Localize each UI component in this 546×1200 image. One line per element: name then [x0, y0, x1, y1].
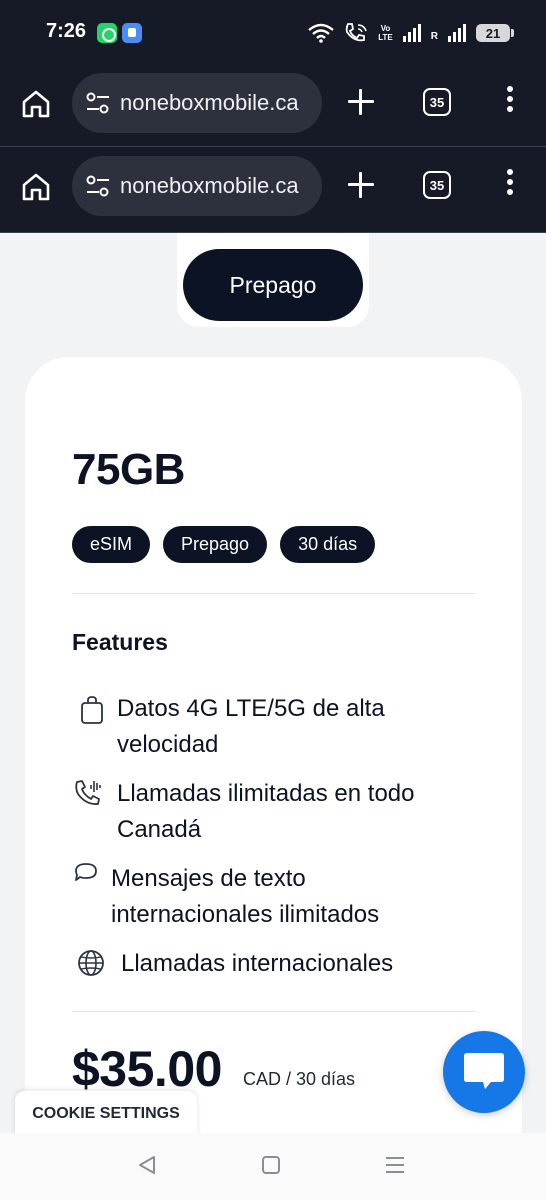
- plan-badges: eSIM Prepago 30 días: [72, 526, 376, 563]
- address-bar[interactable]: noneboxmobile.ca: [72, 73, 322, 133]
- more-menu-button[interactable]: [505, 86, 515, 118]
- status-bar: 7:26 Vo LTE R 21: [0, 0, 546, 64]
- recents-nav-icon[interactable]: [386, 1157, 404, 1178]
- new-tab-button[interactable]: [345, 86, 377, 118]
- whatsapp-icon: [97, 23, 117, 43]
- chat-bubble-icon: [75, 863, 97, 881]
- phone-call-icon: [75, 780, 101, 805]
- volte-top: Vo: [380, 24, 391, 33]
- divider: [72, 1011, 475, 1012]
- plan-price: $35.00: [72, 1041, 222, 1097]
- browser-toolbar-2: noneboxmobile.ca 35: [0, 147, 546, 233]
- chat-icon: [464, 1053, 504, 1089]
- wifi-call-icon: [344, 22, 368, 44]
- chat-button[interactable]: [443, 1031, 525, 1113]
- home-button[interactable]: [20, 88, 52, 120]
- tab-prepago[interactable]: Prepago: [183, 249, 363, 321]
- cookie-settings-button[interactable]: COOKIE SETTINGS: [15, 1091, 197, 1137]
- volte-bottom: LTE: [378, 33, 393, 42]
- home-button-2[interactable]: [20, 171, 52, 203]
- new-tab-button-2[interactable]: [345, 169, 377, 201]
- plan-type-tabs: Prepago: [177, 233, 369, 327]
- feature-text: Mensajes de texto internacionales ilimit…: [111, 865, 380, 928]
- badge-duration: 30 días: [280, 526, 376, 563]
- url-text: noneboxmobile.ca: [120, 90, 299, 115]
- url-text-2: noneboxmobile.ca: [120, 173, 299, 198]
- home-icon: [22, 173, 50, 201]
- status-time: 7:26: [46, 20, 87, 42]
- browser-toolbar: noneboxmobile.ca 35: [0, 64, 546, 147]
- signal-icon: [402, 24, 421, 42]
- roaming-label: R: [430, 30, 438, 42]
- home-icon: [22, 90, 50, 118]
- tab-switcher-button-2[interactable]: 35: [423, 171, 451, 199]
- status-indicators: Vo LTE R 21: [308, 20, 514, 46]
- features-title: Features: [72, 629, 168, 655]
- address-bar-2[interactable]: noneboxmobile.ca: [72, 156, 322, 216]
- more-menu-button-2[interactable]: [505, 169, 515, 201]
- app-lock-icon: [122, 23, 142, 43]
- wifi-icon: [308, 23, 335, 43]
- site-settings-icon[interactable]: [85, 91, 111, 115]
- plan-name: 75GB: [72, 445, 185, 494]
- site-settings-icon[interactable]: [85, 174, 111, 198]
- price-unit: CAD / 30 días: [243, 1069, 356, 1089]
- back-nav-icon[interactable]: [136, 1155, 158, 1175]
- battery-icon: 21: [476, 24, 514, 42]
- bag-icon: [81, 696, 103, 724]
- plan-card: 75GB eSIM Prepago 30 días Features Datos…: [25, 357, 522, 1137]
- signal-icon-2: [448, 24, 466, 42]
- system-nav-bar: [0, 1133, 546, 1200]
- feature-text: Datos 4G LTE/5G de alta velocidad: [117, 695, 385, 758]
- feature-text: Llamadas internacionales: [121, 950, 394, 977]
- divider: [72, 593, 475, 594]
- volte-indicator: Vo LTE: [378, 24, 393, 42]
- globe-icon: [78, 950, 104, 976]
- badge-esim: eSIM: [72, 526, 151, 563]
- feature-text: Llamadas ilimitadas en todo Canadá: [117, 780, 415, 843]
- tab-switcher-button[interactable]: 35: [423, 88, 451, 116]
- badge-prepago: Prepago: [163, 526, 268, 563]
- home-nav-icon[interactable]: [262, 1156, 280, 1174]
